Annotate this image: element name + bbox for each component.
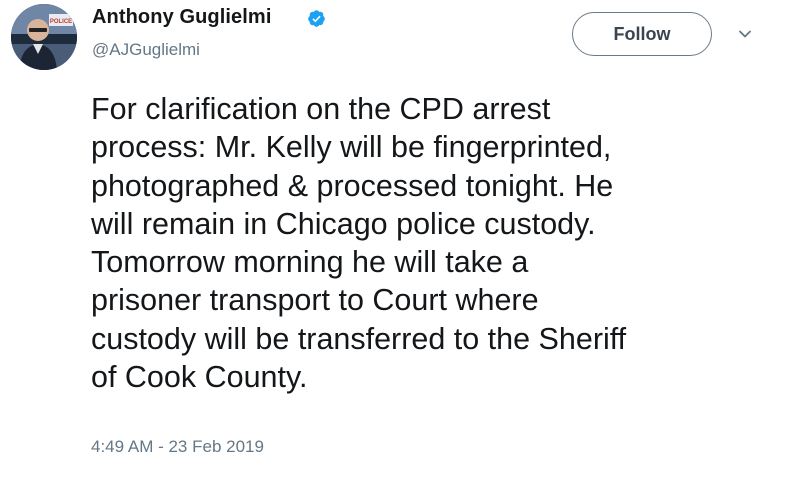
tweet-text-line: of Cook County.	[91, 360, 308, 395]
tweet-card: POLICE Anthony Guglielmi @AJGuglielmi Fo…	[0, 0, 799, 481]
author-handle[interactable]: @AJGuglielmi	[92, 40, 200, 60]
follow-button[interactable]: Follow	[572, 12, 712, 56]
tweet-text-line: photographed & processed tonight. He	[91, 168, 614, 203]
tweet-text-line: Tomorrow morning he will take a	[91, 245, 529, 280]
tweet-text-line: prisoner transport to Court where	[91, 283, 539, 318]
tweet-text-line: will remain in Chicago police custody.	[91, 206, 596, 241]
verified-badge-icon	[308, 10, 325, 27]
avatar-image: POLICE	[11, 4, 77, 70]
chevron-down-icon[interactable]	[737, 26, 753, 42]
avatar[interactable]: POLICE	[11, 4, 77, 70]
tweet-timestamp[interactable]: 4:49 AM - 23 Feb 2019	[91, 437, 264, 457]
avatar-badge-text: POLICE	[50, 19, 72, 25]
tweet-text-line: custody will be transferred to the Sheri…	[91, 321, 627, 356]
tweet-text: For clarification on the CPD arrest proc…	[91, 90, 791, 396]
tweet-text-line: For clarification on the CPD arrest	[91, 92, 551, 126]
tweet-text-line: process: Mr. Kelly will be fingerprinted…	[91, 130, 612, 165]
author-name[interactable]: Anthony Guglielmi	[92, 6, 271, 29]
